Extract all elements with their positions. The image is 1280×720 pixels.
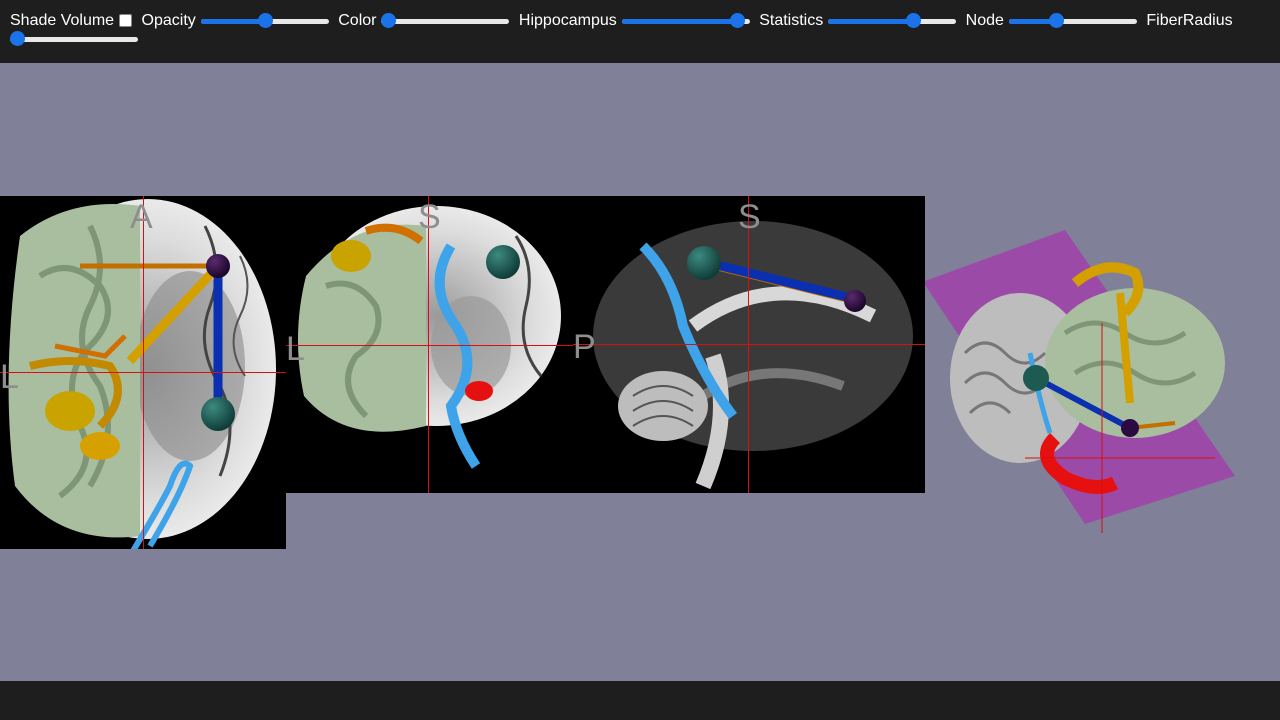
coronal-view[interactable]: S L <box>286 196 584 493</box>
hippocampus-slider[interactable] <box>621 12 750 29</box>
opacity-control: Opacity <box>142 10 329 31</box>
status-bar <box>0 681 1280 720</box>
axial-view[interactable]: A L <box>0 196 286 549</box>
fiber-radius-slider-thumb[interactable] <box>10 31 25 46</box>
node-sphere[interactable] <box>1023 365 1049 391</box>
statistics-slider[interactable] <box>828 12 957 29</box>
hippocampus-slider-thumb[interactable] <box>730 12 746 28</box>
node-sphere[interactable] <box>201 397 235 431</box>
node-sphere[interactable] <box>486 245 520 279</box>
opacity-slider-thumb[interactable] <box>257 12 273 28</box>
render-3d-view[interactable] <box>925 223 1245 533</box>
sagittal-orientation-left: P <box>573 328 596 366</box>
sagittal-orientation-top: S <box>738 198 761 236</box>
crosshair-horizontal <box>0 372 286 373</box>
color-slider-thumb[interactable] <box>381 12 397 28</box>
node-control: Node <box>966 10 1137 31</box>
hippocampus-label: Hippocampus <box>518 12 617 29</box>
brain-viewer-canvas[interactable]: A L S L S P <box>0 63 1280 681</box>
shade-volume-control: Shade Volume <box>10 10 133 31</box>
fiber-radius-label: FiberRadius <box>1146 12 1233 29</box>
crosshair-horizontal <box>286 345 584 346</box>
coronal-orientation-left: L <box>286 330 305 368</box>
node-sphere[interactable] <box>1121 419 1139 437</box>
sagittal-view[interactable]: S P <box>573 196 925 493</box>
shade-volume-checkbox[interactable] <box>119 14 133 27</box>
statistics-label: Statistics <box>759 12 824 29</box>
statistics-slider-thumb[interactable] <box>905 12 921 28</box>
node-sphere[interactable] <box>206 254 230 278</box>
node-sphere[interactable] <box>844 290 866 312</box>
node-sphere[interactable] <box>687 246 721 280</box>
fiber-radius-slider[interactable] <box>10 31 138 47</box>
shade-volume-label: Shade Volume <box>10 12 115 29</box>
color-slider[interactable] <box>381 12 510 29</box>
node-slider-thumb[interactable] <box>1048 12 1064 28</box>
color-control: Color <box>338 10 510 31</box>
hippocampus-control: Hippocampus <box>519 10 750 31</box>
crosshair-horizontal <box>573 344 925 345</box>
axial-orientation-left: L <box>0 358 19 396</box>
toolbar: Shade Volume Opacity Color Hippocampus S… <box>0 0 1280 63</box>
fiber-radius-control: FiberRadius <box>1146 10 1237 31</box>
axial-orientation-top: A <box>130 198 153 236</box>
opacity-label: Opacity <box>141 12 196 29</box>
statistics-control: Statistics <box>759 10 957 31</box>
opacity-slider[interactable] <box>200 12 329 29</box>
color-label: Color <box>338 12 377 29</box>
fiber-radius-slider-wrap <box>10 31 138 47</box>
node-label: Node <box>965 12 1004 29</box>
node-slider[interactable] <box>1008 12 1137 29</box>
coronal-orientation-top: S <box>418 198 441 236</box>
